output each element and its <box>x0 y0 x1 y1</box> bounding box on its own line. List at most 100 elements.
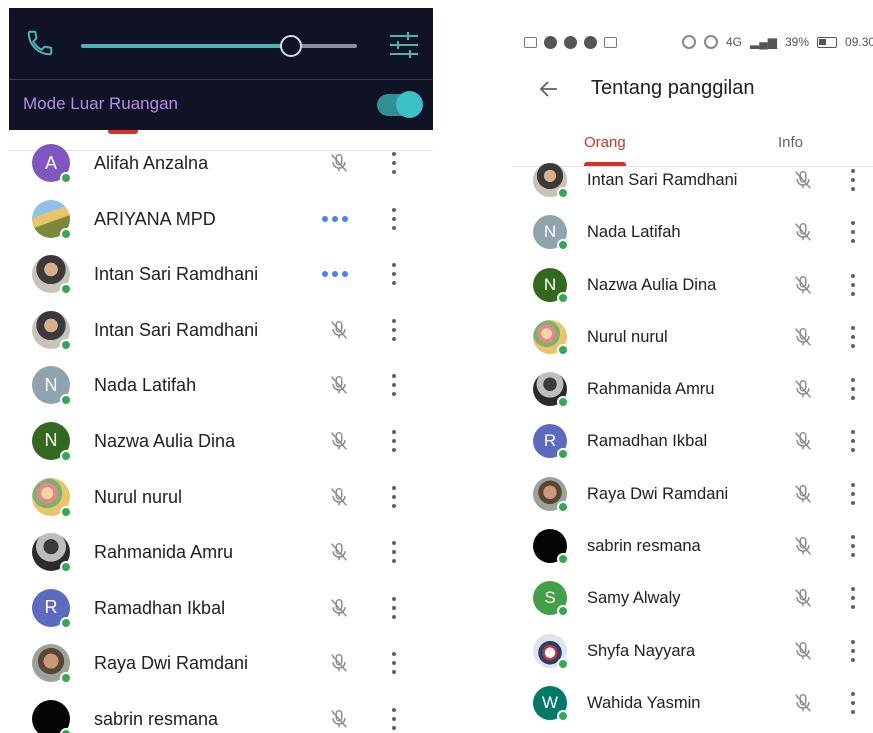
participant-name: Nazwa Aulia Dina <box>94 430 236 451</box>
more-options-icon[interactable] <box>849 221 857 244</box>
participant-row[interactable]: N Nazwa Aulia Dina <box>512 259 873 311</box>
avatar: N <box>533 215 569 252</box>
participant-row[interactable]: Intan Sari Ramdhani <box>0 302 433 358</box>
participant-row[interactable]: Shyfa Nayyara <box>512 625 873 677</box>
more-options-icon[interactable] <box>390 374 398 397</box>
avatar <box>32 255 72 296</box>
participant-row[interactable]: R Ramadhan Ikbal <box>0 580 433 636</box>
outdoor-mode-toggle[interactable] <box>377 91 423 118</box>
more-options-icon[interactable] <box>849 535 857 558</box>
participant-row[interactable]: Rahmanida Amru <box>0 524 433 580</box>
participant-row[interactable]: Nurul nurul <box>512 311 873 363</box>
avatar <box>32 199 72 240</box>
avatar-initial: R <box>44 597 58 618</box>
avatar-initial: N <box>543 274 557 294</box>
tab-info[interactable]: Info <box>778 134 803 151</box>
online-status-dot <box>557 396 569 409</box>
volume-slider-fill <box>81 44 291 48</box>
participant-name: Raya Dwi Ramdani <box>587 484 729 503</box>
signal-icon: ▂▄▆ <box>750 35 777 49</box>
online-status-dot <box>557 553 569 566</box>
participant-row[interactable]: A Alifah Anzalna <box>0 135 433 191</box>
more-options-icon[interactable] <box>390 541 398 564</box>
avatar: N <box>32 366 72 407</box>
online-status-dot <box>557 605 569 618</box>
participant-row[interactable]: Intan Sari Ramdhani <box>512 154 873 206</box>
participant-name: sabrin resmana <box>94 708 219 729</box>
mic-off-icon <box>792 430 814 452</box>
more-options-icon[interactable] <box>390 429 398 452</box>
battery-icon <box>817 36 838 48</box>
notification-icons <box>524 36 617 49</box>
participant-row[interactable]: ARIYANA MPD <box>0 191 433 247</box>
active-tab-indicator <box>108 130 138 134</box>
tab-people[interactable]: Orang <box>584 134 626 151</box>
more-options-icon[interactable] <box>390 707 398 730</box>
participant-row[interactable]: S Samy Alwaly <box>512 572 873 624</box>
more-options-icon[interactable] <box>849 169 857 191</box>
avatar-initial: N <box>44 374 58 395</box>
more-options-icon[interactable] <box>390 263 398 286</box>
online-status-dot <box>557 448 569 461</box>
participant-name: Intan Sari Ramdhani <box>94 264 259 285</box>
audio-settings-overlay: Mode Luar Ruangan <box>9 8 433 130</box>
online-status-dot <box>557 187 569 199</box>
avatar-initial: R <box>543 431 557 451</box>
more-options-icon[interactable] <box>849 482 857 505</box>
volume-slider-thumb[interactable] <box>279 35 302 57</box>
online-status-dot <box>60 727 72 733</box>
more-options-icon[interactable] <box>390 152 398 174</box>
avatar <box>533 476 569 513</box>
more-options-icon[interactable] <box>849 691 857 714</box>
volume-slider[interactable] <box>81 44 357 48</box>
more-options-icon[interactable] <box>390 652 398 675</box>
participant-row[interactable]: sabrin resmana <box>512 520 873 572</box>
back-arrow-icon[interactable] <box>537 77 561 101</box>
participant-row[interactable]: W Wahida Yasmin <box>512 677 873 729</box>
more-options-icon[interactable] <box>849 273 857 296</box>
phone-icon[interactable] <box>25 28 55 58</box>
more-options-icon[interactable] <box>849 639 857 662</box>
mic-off-icon <box>792 378 814 400</box>
avatar <box>32 699 72 733</box>
participant-row[interactable]: sabrin resmana <box>0 691 433 733</box>
outdoor-mode-label: Mode Luar Ruangan <box>23 94 179 113</box>
participant-name: Intan Sari Ramdhani <box>587 171 738 189</box>
participant-name: ARIYANA MPD <box>94 208 216 229</box>
more-options-icon[interactable] <box>849 587 857 610</box>
mic-off-icon <box>792 587 814 609</box>
participant-row[interactable]: Intan Sari Ramdhani <box>0 246 433 302</box>
participant-row[interactable]: N Nazwa Aulia Dina <box>0 413 433 469</box>
more-options-icon[interactable] <box>849 325 857 348</box>
battery-percent: 39% <box>784 35 810 49</box>
participant-row[interactable]: N Nada Latifah <box>0 357 433 413</box>
more-options-icon[interactable] <box>849 430 857 453</box>
more-options-icon[interactable] <box>390 318 398 341</box>
mic-off-icon <box>328 486 350 508</box>
more-options-icon[interactable] <box>390 207 398 230</box>
participant-name: Nurul nurul <box>587 327 668 346</box>
screen-icon <box>604 37 617 48</box>
equalizer-icon[interactable] <box>388 30 420 60</box>
participant-row[interactable]: Nurul nurul <box>0 469 433 525</box>
more-options-icon[interactable] <box>390 596 398 619</box>
more-options-icon[interactable] <box>849 378 857 401</box>
participant-row[interactable]: N Nada Latifah <box>512 206 873 258</box>
mic-off-icon <box>328 319 350 341</box>
participant-row[interactable]: Raya Dwi Ramdani <box>512 468 873 520</box>
online-status-dot <box>557 291 569 304</box>
page-title: Tentang panggilan <box>591 77 755 99</box>
participant-name: Raya Dwi Ramdani <box>94 653 249 674</box>
mic-off-icon <box>328 152 350 174</box>
online-status-dot <box>60 561 72 574</box>
avatar-initial: N <box>543 222 557 242</box>
participant-row[interactable]: Raya Dwi Ramdani <box>0 635 433 691</box>
participant-row[interactable]: R Ramadhan Ikbal <box>512 415 873 467</box>
participant-name: Alifah Anzalna <box>94 153 209 173</box>
participant-row[interactable]: Rahmanida Amru <box>512 363 873 415</box>
more-options-icon[interactable] <box>390 485 398 508</box>
avatar: S <box>533 581 569 618</box>
participant-name: Nada Latifah <box>587 223 681 242</box>
avatar: R <box>533 424 569 461</box>
toggle-knob <box>396 91 423 118</box>
